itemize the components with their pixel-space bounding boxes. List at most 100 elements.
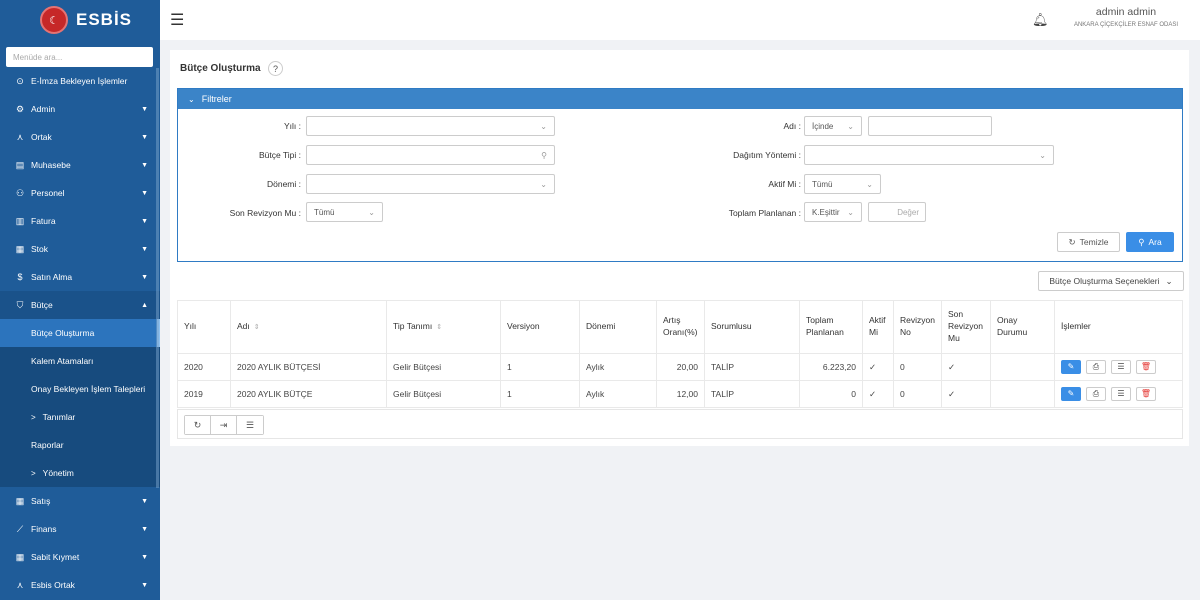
print-button[interactable]: ⎙ [1086, 387, 1106, 402]
chevron-up-icon: ▲ [141, 301, 148, 309]
col-period[interactable]: Dönemi [579, 300, 657, 354]
share-icon: ⋏ [16, 579, 24, 590]
export-button[interactable]: ⇥ [211, 416, 237, 434]
dollar-circle-icon: $ [17, 272, 23, 282]
table-row[interactable]: 2020 2020 AYLIK BÜTÇESİ Gelir Bütçesi 1 … [177, 353, 1183, 381]
search-button[interactable]: ⚲ Ara [1126, 232, 1174, 252]
detail-list-button[interactable]: ☰ [1111, 359, 1131, 374]
sidebar-sub-butce-olusturma[interactable]: Bütçe Oluşturma [0, 319, 160, 347]
edit-button[interactable]: ✎ [1061, 386, 1081, 401]
cell-planned: 6.223,20 [799, 353, 863, 381]
calculator-icon: ▤ [15, 159, 25, 170]
cell-year: 2019 [177, 380, 231, 408]
cell-actions: ✎ ⎙ ☰ 🗑︎ [1054, 380, 1183, 408]
planned-operator-select[interactable]: K.Eşittir ⌄ [804, 202, 862, 222]
refresh-icon: ↻ [1068, 236, 1076, 247]
col-label: Adı [237, 321, 250, 332]
distribution-select[interactable]: ⌄ [804, 145, 1054, 165]
revision-select[interactable]: Tümü ⌄ [306, 202, 383, 222]
col-label: Yılı [184, 321, 197, 332]
butce-submenu: Bütçe Oluşturma Kalem Atamaları Onay Bek… [0, 319, 160, 487]
sidebar-item-label: Muhasebe [31, 160, 71, 170]
refresh-icon: ↻ [193, 419, 202, 430]
delete-button[interactable]: 🗑︎ [1136, 359, 1156, 374]
period-select[interactable]: ⌄ [306, 174, 555, 194]
sidebar-sub-onay-bekleyen[interactable]: Onay Bekleyen İşlem Talepleri [0, 375, 160, 403]
user-org: ANKARA ÇİÇEKÇİLER ESNAF ODASI [1073, 22, 1178, 28]
detail-list-button[interactable]: ☰ [1111, 386, 1131, 401]
col-rate[interactable]: Artış Oranı(%) [656, 300, 705, 354]
bell-icon[interactable]: 🔔︎ [1032, 12, 1049, 28]
sidebar-item-e-imza[interactable]: ⊙ E-İmza Bekleyen İşlemler [0, 67, 160, 95]
col-last-revision[interactable]: Son Revizyon Mu [941, 300, 991, 354]
sidebar: ☾ ESBİS ⊙ E-İmza Bekleyen İşlemler ⚙ Admin… [0, 0, 160, 600]
refresh-button[interactable]: ↻ [185, 416, 211, 434]
chevron-down-icon: ▼ [141, 189, 148, 197]
name-operator-value: İçinde [812, 121, 834, 131]
col-active[interactable]: Aktif Mi [862, 300, 894, 354]
filter-panel-header[interactable]: ⌄ Filtreler [178, 89, 1182, 109]
col-type[interactable]: Tip Tanımı ⇕ [386, 300, 501, 354]
cell-name: 2020 AYLIK BÜTÇE [230, 380, 387, 408]
sidebar-sub-kalem-atamalari[interactable]: Kalem Atamaları [0, 347, 160, 375]
sidebar-sub-yonetim[interactable]: > Yönetim [0, 459, 160, 487]
clear-button[interactable]: ↻ Temizle [1057, 232, 1120, 252]
name-input[interactable] [868, 116, 992, 136]
sidebar-sub-raporlar[interactable]: Raporlar [0, 431, 160, 459]
check-circle-icon: ⊙ [16, 75, 24, 86]
col-owner[interactable]: Sorumlusu [704, 300, 800, 354]
help-icon[interactable]: ? [268, 61, 283, 76]
year-select[interactable]: ⌄ [306, 116, 555, 136]
edit-button[interactable]: ✎ [1061, 359, 1081, 374]
table-footer: ↻ ⇥ ☰ [177, 409, 1183, 439]
chevron-down-icon: ⌄ [540, 121, 547, 131]
col-label: Aktif [869, 315, 886, 326]
col-year[interactable]: Yılı [177, 300, 231, 354]
col-version[interactable]: Versiyon [500, 300, 580, 354]
cell-version: 1 [500, 380, 580, 408]
sidebar-item-butce[interactable]: ⛉ Bütçe ▲ [0, 291, 160, 319]
trash-icon: 🗑︎ [1140, 389, 1152, 399]
sidebar-item-satin-alma[interactable]: $ Satın Alma ▼ [0, 263, 160, 291]
options-dropdown-button[interactable]: Bütçe Oluşturma Seçenekleri ⌄ [1038, 271, 1184, 291]
chevron-down-icon: ▼ [141, 133, 148, 141]
sidebar-sub-tanimlar[interactable]: > Tanımlar [0, 403, 160, 431]
sidebar-scrollbar[interactable] [156, 68, 159, 488]
col-revision-no[interactable]: Revizyon No [893, 300, 942, 354]
sidebar-item-satis[interactable]: ▦ Satış ▼ [0, 487, 160, 515]
period-label: Dönemi : [266, 179, 301, 189]
col-approval[interactable]: Onay Durumu [990, 300, 1055, 354]
sidebar-item-sabit-kiymet[interactable]: ▦ Sabit Kıymet ▼ [0, 543, 160, 571]
active-select[interactable]: Tümü ⌄ [804, 174, 881, 194]
col-name[interactable]: Adı ⇕ [230, 300, 387, 354]
search-icon: ⚲ [541, 150, 547, 160]
sidebar-item-personel[interactable]: ⚇ Personel ▼ [0, 179, 160, 207]
print-button[interactable]: ⎙ [1086, 360, 1106, 375]
planned-value-input[interactable]: Değer [868, 202, 926, 222]
columns-button[interactable]: ☰ [237, 416, 263, 434]
sidebar-item-fatura[interactable]: ▥ Fatura ▼ [0, 207, 160, 235]
cell-last-revision: ✓ [941, 353, 991, 381]
sidebar-item-finans[interactable]: ⟋ Finans ▼ [0, 515, 160, 543]
user-menu[interactable]: admin admin ANKARA ÇİÇEKÇİLER ESNAF ODAS… [1074, 6, 1178, 28]
sidebar-item-muhasebe[interactable]: ▤ Muhasebe ▼ [0, 151, 160, 179]
chevron-down-icon: ⌄ [540, 179, 547, 189]
budget-type-lookup[interactable]: ⚲ [306, 145, 555, 165]
pencil-icon: ✎ [1067, 389, 1075, 399]
sidebar-item-ortak[interactable]: ⋏ Ortak ▼ [0, 123, 160, 151]
chevron-down-icon: ▼ [141, 581, 148, 589]
name-operator-select[interactable]: İçinde ⌄ [804, 116, 862, 136]
col-planned[interactable]: Toplam Planlanan [799, 300, 863, 354]
sidebar-item-stok[interactable]: ▦ Stok ▼ [0, 235, 160, 263]
table-row[interactable]: 2019 2020 AYLIK BÜTÇE Gelir Bütçesi 1 Ay… [177, 380, 1183, 408]
menu-toggle-icon[interactable]: ☰ [170, 10, 184, 30]
sidebar-item-label: Bütçe [31, 300, 53, 310]
delete-button[interactable]: 🗑︎ [1136, 386, 1156, 401]
list-icon: ☰ [1117, 362, 1125, 372]
col-label: Son [948, 309, 964, 320]
sidebar-item-admin[interactable]: ⚙ Admin ▼ [0, 95, 160, 123]
chevron-down-icon: ▼ [141, 105, 148, 113]
app-logo[interactable]: ☾ ESBİS [0, 0, 160, 40]
sidebar-item-esbis-ortak[interactable]: ⋏ Esbis Ortak ▼ [0, 571, 160, 599]
menu-search-input[interactable] [6, 47, 153, 67]
